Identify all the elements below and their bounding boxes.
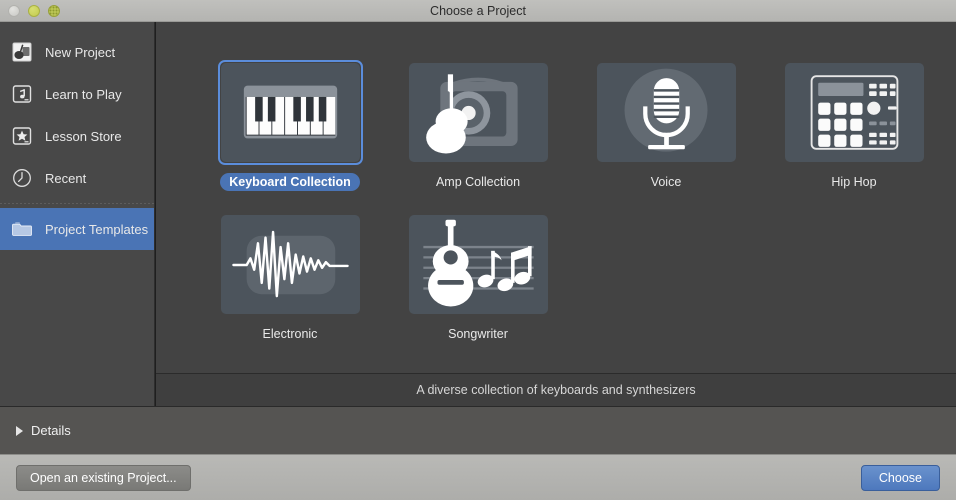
sidebar-item-lesson-store[interactable]: Lesson Store	[0, 115, 154, 157]
thumbnail-frame	[218, 60, 363, 165]
lesson-store-icon	[11, 125, 33, 147]
acoustic-guitar-notes-icon	[409, 215, 548, 314]
sidebar: New Project Learn to Play	[0, 22, 155, 406]
triangle-right-icon[interactable]	[16, 426, 23, 436]
recent-clock-icon	[11, 167, 33, 189]
template-tile-hip-hop[interactable]: Hip Hop	[760, 60, 948, 191]
thumbnail-frame	[406, 60, 551, 165]
sidebar-item-label: Project Templates	[45, 222, 148, 237]
details-disclosure-row[interactable]: Details	[0, 406, 956, 454]
dialog-footer: Open an existing Project... Choose	[0, 454, 956, 500]
thumbnail-frame	[218, 212, 363, 317]
choose-a-project-window: Choose a Project New Project	[0, 0, 956, 500]
template-description: A diverse collection of keyboards and sy…	[416, 383, 695, 397]
choose-button[interactable]: Choose	[861, 465, 940, 491]
sidebar-item-label: Lesson Store	[45, 129, 122, 144]
template-tile-keyboard-collection[interactable]: Keyboard Collection	[196, 60, 384, 191]
close-button[interactable]	[8, 5, 20, 17]
template-label: Voice	[642, 173, 691, 191]
sidebar-item-new-project[interactable]: New Project	[0, 31, 154, 73]
waveform-icon	[221, 215, 360, 314]
sidebar-item-project-templates[interactable]: Project Templates	[0, 208, 154, 250]
template-label: Amp Collection	[427, 173, 529, 191]
template-grid-area: Keyboard Collection	[156, 22, 956, 373]
template-tile-amp-collection[interactable]: Amp Collection	[384, 60, 572, 191]
template-label: Hip Hop	[822, 173, 885, 191]
thumbnail-frame	[782, 60, 927, 165]
template-browser: Keyboard Collection	[155, 22, 956, 406]
sidebar-item-label: Recent	[45, 171, 86, 186]
zoom-button[interactable]	[48, 5, 60, 17]
window-title: Choose a Project	[0, 0, 956, 21]
sidebar-divider	[0, 203, 154, 204]
sidebar-item-learn-to-play[interactable]: Learn to Play	[0, 73, 154, 115]
learn-to-play-icon	[11, 83, 33, 105]
sidebar-item-label: Learn to Play	[45, 87, 122, 102]
sidebar-item-recent[interactable]: Recent	[0, 157, 154, 199]
keyboard-icon	[221, 63, 360, 162]
folder-icon	[11, 218, 33, 240]
new-project-icon	[11, 41, 33, 63]
template-description-bar: A diverse collection of keyboards and sy…	[156, 373, 956, 406]
title-bar: Choose a Project	[0, 0, 956, 22]
template-tile-electronic[interactable]: Electronic	[196, 212, 384, 343]
template-label: Songwriter	[439, 325, 517, 343]
thumbnail-frame	[406, 212, 551, 317]
sidebar-item-label: New Project	[45, 45, 115, 60]
template-grid: Keyboard Collection	[196, 60, 956, 343]
template-label: Keyboard Collection	[220, 173, 360, 191]
window-body: New Project Learn to Play	[0, 22, 956, 406]
microphone-icon	[597, 63, 736, 162]
traffic-light-group	[0, 5, 60, 17]
guitar-amp-icon	[409, 63, 548, 162]
thumbnail-frame	[594, 60, 739, 165]
minimize-button[interactable]	[28, 5, 40, 17]
details-label: Details	[31, 423, 71, 438]
template-tile-voice[interactable]: Voice	[572, 60, 760, 191]
template-tile-songwriter[interactable]: Songwriter	[384, 212, 572, 343]
open-existing-project-button[interactable]: Open an existing Project...	[16, 465, 191, 491]
drum-machine-icon	[785, 63, 924, 162]
template-label: Electronic	[254, 325, 327, 343]
